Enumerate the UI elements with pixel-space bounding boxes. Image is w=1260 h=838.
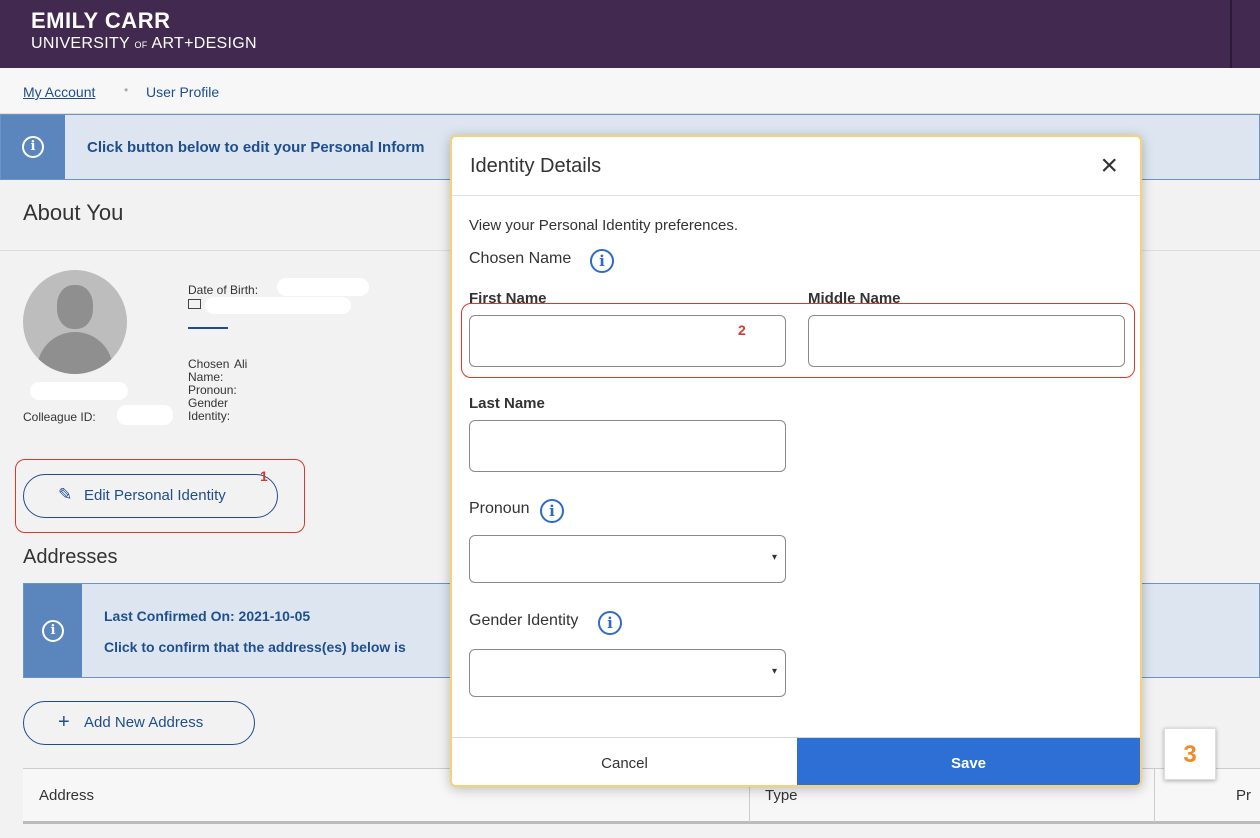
addresses-heading: Addresses <box>23 546 118 568</box>
info-icon: i <box>22 136 44 158</box>
pronoun-heading: Pronoun <box>469 500 530 517</box>
column-type: Type <box>765 787 798 804</box>
chosen-name-heading: Chosen Name <box>469 250 572 267</box>
profile-rule <box>188 327 228 329</box>
annotation-number-3: 3 <box>1164 728 1216 780</box>
info-icon: i <box>42 620 64 642</box>
info-icon[interactable]: i <box>590 249 614 273</box>
annotation-number-2: 2 <box>738 322 746 338</box>
chosen-name-value: Ali <box>234 357 248 371</box>
dob-label: Date of Birth: <box>188 283 259 297</box>
breadcrumb-my-account[interactable]: My Account <box>23 84 95 100</box>
pronoun-label: Pronoun: <box>188 383 237 397</box>
top-bar: EMILY CARR UNIVERSITY OF ART+DESIGN <box>0 0 1260 68</box>
address-banner-text[interactable]: Click to confirm that the address(es) be… <box>104 639 406 655</box>
about-heading: About You <box>23 200 124 225</box>
breadcrumb: My Account • User Profile <box>0 68 1260 114</box>
info-icon[interactable]: i <box>540 499 564 523</box>
close-icon[interactable]: × <box>1100 151 1118 181</box>
pronoun-select[interactable]: ▾ <box>469 535 786 583</box>
header-edge <box>1230 0 1232 68</box>
info-icon[interactable]: i <box>598 611 622 635</box>
modal-title: Identity Details <box>470 155 602 177</box>
redacted-dob <box>277 278 369 296</box>
last-name-label: Last Name <box>469 395 545 412</box>
breadcrumb-current: User Profile <box>146 84 220 100</box>
column-preferred: Pr <box>1236 787 1251 804</box>
logo-title: EMILY CARR <box>31 8 171 33</box>
modal-description: View your Personal Identity preferences. <box>469 217 739 234</box>
chevron-down-icon: ▾ <box>771 666 777 677</box>
info-banner-text: Click button below to edit your Personal… <box>87 139 425 156</box>
cancel-button[interactable]: Cancel <box>452 738 797 785</box>
mail-icon <box>188 299 201 309</box>
colleague-id-label: Colleague ID: <box>23 410 96 424</box>
chosen-name-label-2: Name: <box>188 370 224 384</box>
chosen-name-label: Chosen <box>188 357 230 371</box>
breadcrumb-separator: • <box>124 83 129 97</box>
logo-subtitle: UNIVERSITY OF ART+DESIGN <box>31 35 257 52</box>
modal-title-rule <box>452 195 1140 196</box>
add-new-address-button[interactable]: + Add New Address <box>23 701 255 745</box>
annotation-number-1: 1 <box>260 468 268 484</box>
last-name-input[interactable] <box>469 420 786 472</box>
avatar <box>23 270 127 374</box>
redacted-name <box>30 382 128 400</box>
redacted-colleague-id <box>117 405 173 425</box>
chevron-down-icon: ▾ <box>771 552 777 563</box>
redacted-email <box>205 297 351 314</box>
info-banner-iconbox: i <box>1 115 65 179</box>
column-address: Address <box>39 787 95 804</box>
column-separator <box>1154 769 1155 822</box>
gender-identity-select[interactable]: ▾ <box>469 649 786 697</box>
gender-label-2: Identity: <box>188 409 231 423</box>
address-banner-iconbox: i <box>24 584 82 677</box>
gender-label: Gender <box>188 396 229 410</box>
modal-footer: Cancel Save <box>452 737 1140 785</box>
annotation-box-2 <box>461 303 1135 378</box>
plus-icon: + <box>58 711 70 733</box>
identity-details-modal: Identity Details × View your Personal Id… <box>450 135 1142 787</box>
gender-identity-heading: Gender Identity <box>469 612 579 629</box>
address-banner-title: Last Confirmed On: 2021-10-05 <box>104 608 311 624</box>
save-button[interactable]: Save <box>797 738 1140 785</box>
